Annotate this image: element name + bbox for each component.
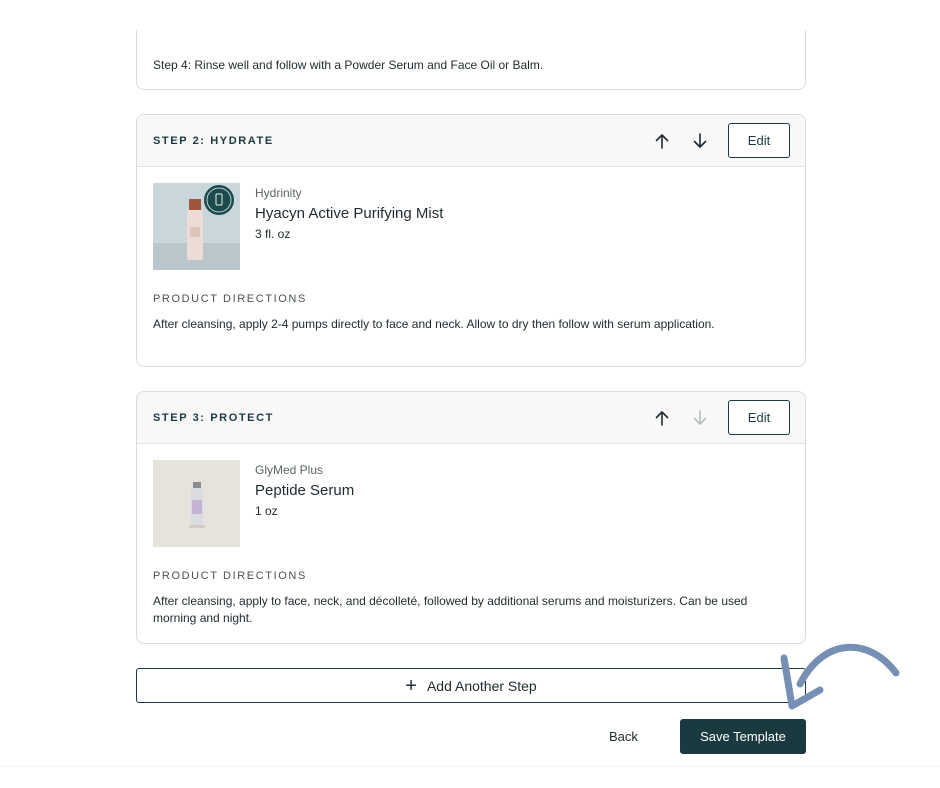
move-up-button[interactable]: [651, 406, 673, 430]
edit-step-button[interactable]: Edit: [728, 123, 790, 158]
step-card-protect: STEP 3: PROTECT Edit GlyMed Plus Peptide…: [136, 391, 806, 644]
step-title: STEP 2: HYDRATE: [153, 135, 274, 147]
product-directions-label: PRODUCT DIRECTIONS: [153, 293, 307, 305]
product-brand: Hydrinity: [255, 186, 302, 200]
product-directions-text: After cleansing, apply 2-4 pumps directl…: [153, 317, 715, 331]
step-card-hydrate: STEP 2: HYDRATE Edit Hydrinity Hyacyn Ac: [136, 114, 806, 367]
product-image: [153, 460, 240, 547]
product-size: 1 oz: [255, 504, 278, 518]
add-another-step-button[interactable]: + Add Another Step: [136, 668, 806, 703]
step-card-header: STEP 2: HYDRATE Edit: [137, 115, 805, 167]
add-step-label: Add Another Step: [426, 677, 537, 694]
move-down-button[interactable]: [689, 129, 711, 153]
step-card-header: STEP 3: PROTECT Edit: [137, 392, 805, 444]
move-down-button-disabled: [689, 406, 711, 430]
product-image: [153, 183, 240, 270]
page-footer-strip: [0, 766, 940, 788]
plus-icon: +: [405, 674, 417, 697]
back-button[interactable]: Back: [609, 729, 638, 744]
edit-step-button[interactable]: Edit: [728, 400, 790, 435]
save-template-button[interactable]: Save Template: [680, 719, 806, 754]
step-directions-text: Step 4: Rinse well and follow with a Pow…: [153, 58, 544, 72]
move-up-button[interactable]: [651, 129, 673, 153]
product-row: Hydrinity Hyacyn Active Purifying Mist 3…: [137, 167, 805, 279]
step-card-previous: Step 4: Rinse well and follow with a Pow…: [136, 30, 806, 90]
template-editor-page: Step 4: Rinse well and follow with a Pow…: [0, 0, 940, 788]
product-size: 3 fl. oz: [255, 227, 291, 241]
arrow-down-icon: [693, 410, 707, 425]
product-row: GlyMed Plus Peptide Serum 1 oz: [137, 444, 805, 556]
step-title: STEP 3: PROTECT: [153, 412, 274, 424]
product-directions-text: After cleansing, apply to face, neck, an…: [153, 594, 748, 625]
annotation-arrow-icon: [780, 643, 900, 710]
product-name: Peptide Serum: [255, 482, 355, 499]
arrow-up-icon: [655, 411, 669, 426]
product-brand: GlyMed Plus: [255, 463, 324, 477]
product-directions-label: PRODUCT DIRECTIONS: [153, 570, 307, 582]
arrow-up-icon: [655, 134, 669, 149]
arrow-down-icon: [693, 133, 707, 148]
product-name: Hyacyn Active Purifying Mist: [255, 205, 444, 222]
